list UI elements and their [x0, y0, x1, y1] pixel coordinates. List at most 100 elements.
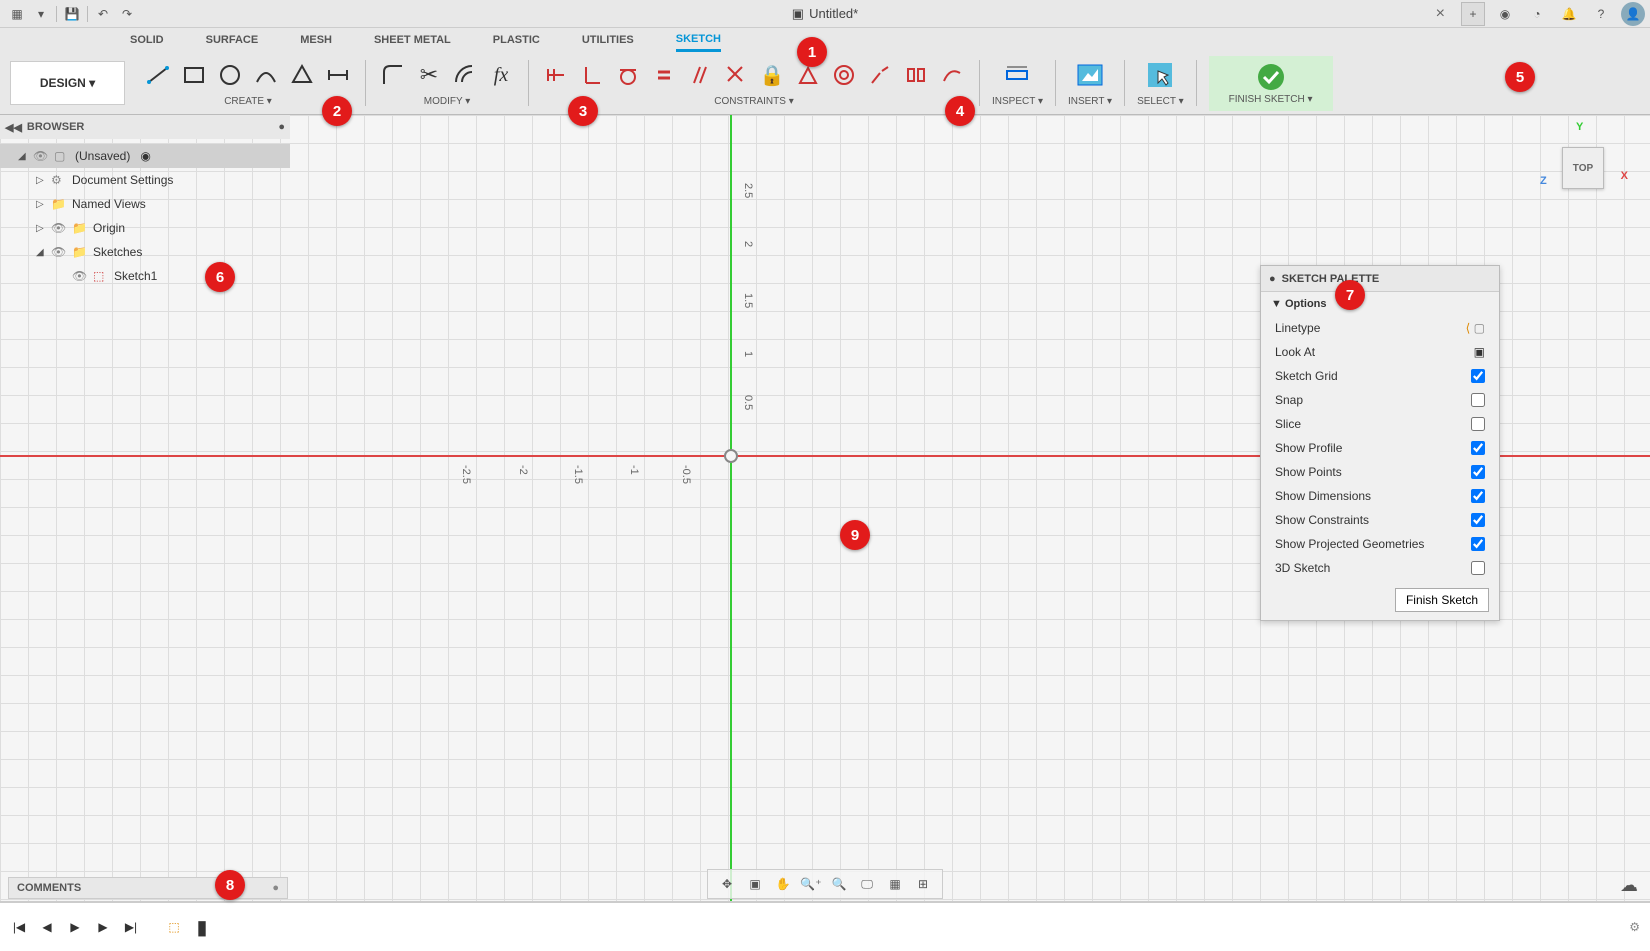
fit-icon[interactable]: 🔍: [828, 873, 850, 895]
perpendicular-constraint-icon[interactable]: [721, 60, 751, 90]
create-group-label[interactable]: CREATE ▾: [224, 96, 272, 107]
tree-item[interactable]: ◢👁📁Sketches: [0, 240, 290, 264]
expand-icon[interactable]: ◢: [36, 247, 46, 258]
offset-tool-icon[interactable]: [450, 60, 480, 90]
radio-icon[interactable]: ◉: [140, 149, 150, 163]
close-tab-icon[interactable]: ×: [1436, 5, 1445, 23]
timeline-play-icon[interactable]: ▶: [66, 918, 84, 936]
job-status-icon[interactable]: ◔: [1525, 2, 1549, 26]
fx-parameters-icon[interactable]: fx: [486, 60, 516, 90]
arc-tool-icon[interactable]: [251, 60, 281, 90]
select-group-label[interactable]: SELECT ▾: [1137, 96, 1184, 107]
tab-utilities[interactable]: UTILITIES: [582, 30, 634, 50]
collapse-icon[interactable]: ◀◀: [5, 121, 22, 134]
palette-checkbox[interactable]: [1471, 369, 1485, 383]
look-at-icon[interactable]: ▣: [1474, 345, 1485, 359]
palette-checkbox[interactable]: [1471, 441, 1485, 455]
file-new-icon[interactable]: ▾: [29, 2, 53, 26]
fix-constraint-icon[interactable]: 🔒: [757, 60, 787, 90]
constraints-group-label[interactable]: CONSTRAINTS ▾: [714, 96, 793, 107]
insert-group-label[interactable]: INSERT ▾: [1068, 96, 1112, 107]
palette-checkbox[interactable]: [1471, 465, 1485, 479]
help-icon[interactable]: ?: [1589, 2, 1613, 26]
save-icon[interactable]: 💾: [60, 2, 84, 26]
tree-item-sketch[interactable]: 👁⬚Sketch1: [0, 264, 290, 288]
apps-grid-icon[interactable]: ▦: [5, 2, 29, 26]
undo-icon[interactable]: ↶: [91, 2, 115, 26]
fillet-tool-icon[interactable]: [378, 60, 408, 90]
trim-tool-icon[interactable]: ✂: [414, 60, 444, 90]
tab-solid[interactable]: SOLID: [130, 30, 164, 50]
palette-checkbox[interactable]: [1471, 537, 1485, 551]
tangent-constraint-icon[interactable]: [613, 60, 643, 90]
design-dropdown[interactable]: DESIGN ▾: [10, 61, 125, 105]
circle-tool-icon[interactable]: [215, 60, 245, 90]
palette-header[interactable]: ● SKETCH PALETTE: [1261, 266, 1499, 292]
polygon-tool-icon[interactable]: [287, 60, 317, 90]
timeline-end-icon[interactable]: ▶|: [122, 918, 140, 936]
canvas-settings-icon[interactable]: ☁: [1620, 875, 1638, 896]
expand-icon[interactable]: ▷: [36, 223, 46, 234]
rectangle-tool-icon[interactable]: [179, 60, 209, 90]
symmetry-constraint-icon[interactable]: [901, 60, 931, 90]
timeline-settings-icon[interactable]: ⚙: [1629, 920, 1640, 934]
visibility-icon[interactable]: 👁: [33, 149, 49, 163]
tree-item[interactable]: ▷⚙Document Settings: [0, 168, 290, 192]
timeline-marker-icon[interactable]: ▮: [193, 918, 211, 936]
pan-icon[interactable]: ✋: [772, 873, 794, 895]
browser-settings-icon[interactable]: ●: [278, 121, 285, 133]
palette-checkbox[interactable]: [1471, 561, 1485, 575]
vertical-constraint-icon[interactable]: [577, 60, 607, 90]
tab-sketch[interactable]: SKETCH: [676, 29, 721, 52]
notifications-icon[interactable]: 🔔: [1557, 2, 1581, 26]
view-cube[interactable]: Y TOP X Z: [1540, 125, 1620, 205]
display-settings-icon[interactable]: 🖵: [856, 873, 878, 895]
horizontal-constraint-icon[interactable]: [541, 60, 571, 90]
parallel-constraint-icon[interactable]: [685, 60, 715, 90]
dimension-tool-icon[interactable]: [323, 60, 353, 90]
timeline-start-icon[interactable]: |◀: [10, 918, 28, 936]
expand-icon[interactable]: ◢: [18, 151, 28, 162]
timeline-next-icon[interactable]: ▶: [94, 918, 112, 936]
visibility-icon[interactable]: 👁: [51, 245, 67, 259]
redo-icon[interactable]: ↷: [115, 2, 139, 26]
tree-root[interactable]: ◢ 👁 ▢ (Unsaved) ◉: [0, 144, 290, 168]
palette-checkbox[interactable]: [1471, 393, 1485, 407]
new-tab-icon[interactable]: +: [1461, 2, 1485, 26]
view-cube-top-face[interactable]: TOP: [1562, 147, 1604, 189]
palette-checkbox[interactable]: [1471, 489, 1485, 503]
user-avatar-icon[interactable]: 👤: [1621, 2, 1645, 26]
tab-mesh[interactable]: MESH: [300, 30, 332, 50]
visibility-icon[interactable]: 👁: [51, 221, 67, 235]
tab-plastic[interactable]: PLASTIC: [493, 30, 540, 50]
palette-checkbox[interactable]: [1471, 513, 1485, 527]
look-at-icon[interactable]: ▣: [744, 873, 766, 895]
zoom-icon[interactable]: 🔍⁺: [800, 873, 822, 895]
inspect-group-label[interactable]: INSPECT ▾: [992, 96, 1043, 107]
orbit-icon[interactable]: ✥: [716, 873, 738, 895]
comments-settings-icon[interactable]: ●: [272, 882, 279, 894]
equal-constraint-icon[interactable]: [649, 60, 679, 90]
options-header[interactable]: ▼ Options: [1261, 292, 1499, 316]
finish-sketch-palette-button[interactable]: Finish Sketch: [1395, 588, 1489, 612]
comments-bar[interactable]: COMMENTS ●: [8, 877, 288, 899]
palette-checkbox[interactable]: [1471, 417, 1485, 431]
linetype-icons[interactable]: ⟨ ▢: [1466, 321, 1485, 335]
curvature-constraint-icon[interactable]: [937, 60, 967, 90]
visibility-icon[interactable]: 👁: [72, 269, 88, 283]
select-tool-icon[interactable]: [1139, 54, 1181, 96]
insert-image-icon[interactable]: [1069, 54, 1111, 96]
tree-item[interactable]: ▷📁Named Views: [0, 192, 290, 216]
line-tool-icon[interactable]: [143, 60, 173, 90]
timeline-prev-icon[interactable]: ◀: [38, 918, 56, 936]
inspect-tool-icon[interactable]: [996, 54, 1038, 96]
collinear-constraint-icon[interactable]: [865, 60, 895, 90]
finish-sketch-button[interactable]: FINISH SKETCH ▾: [1209, 56, 1333, 111]
expand-icon[interactable]: ▷: [36, 199, 46, 210]
extensions-icon[interactable]: ◉: [1493, 2, 1517, 26]
timeline-sketch-feature-icon[interactable]: ⬚: [165, 918, 183, 936]
grid-settings-icon[interactable]: ▦: [884, 873, 906, 895]
tab-sheet-metal[interactable]: SHEET METAL: [374, 30, 451, 50]
modify-group-label[interactable]: MODIFY ▾: [424, 96, 471, 107]
tree-item[interactable]: ▷👁📁Origin: [0, 216, 290, 240]
